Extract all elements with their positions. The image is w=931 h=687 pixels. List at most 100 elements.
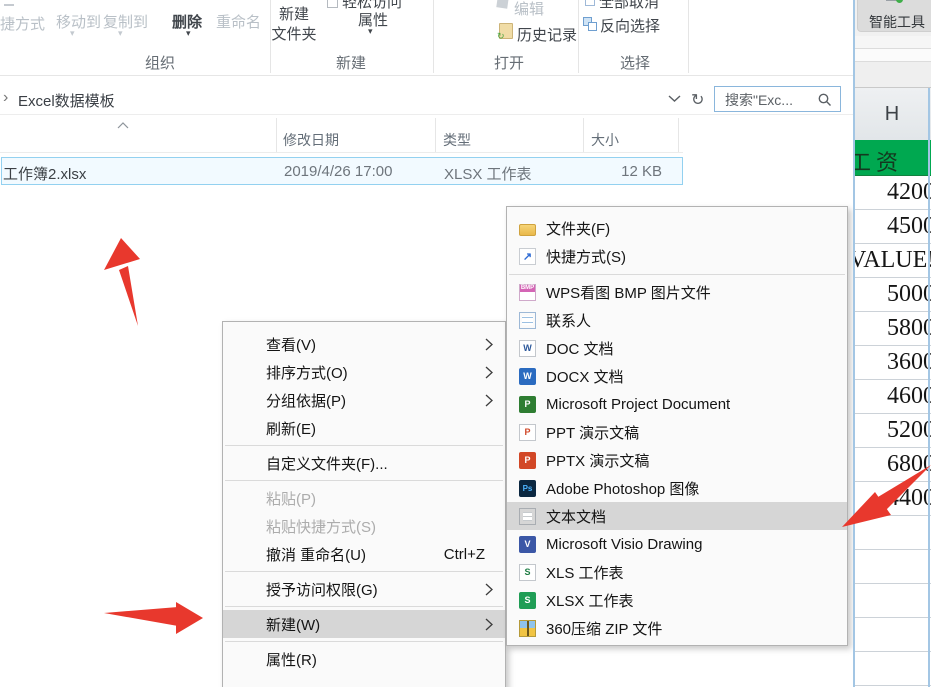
ribbon: 捷方式 移动到 ▾ 复制到 ▾ 删除 ▾ 重命名 新建 文件夹 轻松访问 属性 … bbox=[0, 0, 853, 76]
excel-cell[interactable]: 4500 bbox=[853, 210, 931, 244]
excel-column-header-H[interactable]: H bbox=[853, 88, 931, 140]
submenu-item-doc[interactable]: WDOC 文档 bbox=[507, 334, 847, 362]
menu-item-label: 属性(R) bbox=[266, 649, 317, 670]
submenu-item-project[interactable]: PMicrosoft Project Document bbox=[507, 390, 847, 418]
menu-item-view[interactable]: 查看(V) bbox=[223, 330, 505, 358]
new-folder-button[interactable]: 新建 文件夹 bbox=[268, 5, 320, 45]
copy-to-button[interactable]: 复制到 bbox=[103, 11, 148, 32]
menu-item-label: 撤消 重命名(U) bbox=[266, 544, 366, 565]
clipboard-icon bbox=[4, 0, 14, 6]
visio-icon: V bbox=[519, 536, 536, 553]
excel-cell[interactable]: VALUE! bbox=[853, 244, 931, 278]
submenu-item-folder[interactable]: 文件夹(F) bbox=[507, 214, 847, 242]
submenu-item-xls[interactable]: SXLS 工作表 bbox=[507, 558, 847, 586]
column-header-type[interactable]: 类型 bbox=[443, 130, 471, 150]
file-size: 12 KB bbox=[562, 163, 662, 180]
submenu-item-visio[interactable]: V Microsoft Visio Drawing bbox=[507, 530, 847, 558]
search-box[interactable] bbox=[714, 86, 841, 112]
excel-cell[interactable]: 5200 bbox=[853, 414, 931, 448]
submenu-item-photoshop[interactable]: PsAdobe Photoshop 图像 bbox=[507, 474, 847, 502]
menu-item-label: 自定义文件夹(F)... bbox=[266, 453, 388, 474]
submenu-item-shortcut[interactable]: ↗快捷方式(S) bbox=[507, 242, 847, 270]
refresh-icon[interactable]: ↻ bbox=[691, 90, 704, 110]
submenu-item-docx[interactable]: WDOCX 文档 bbox=[507, 362, 847, 390]
column-separator[interactable] bbox=[276, 118, 277, 152]
excel-cell[interactable]: 4600 bbox=[853, 380, 931, 414]
menu-item-properties[interactable]: 属性(R) bbox=[223, 645, 505, 673]
submenu-item-label: 文件夹(F) bbox=[546, 218, 610, 239]
column-separator[interactable] bbox=[678, 118, 679, 152]
docx-icon: W bbox=[519, 368, 536, 385]
menu-item-give-access[interactable]: 授予访问权限(G) bbox=[223, 575, 505, 603]
submenu-item-wps-bmp[interactable]: BMPWPS看图 BMP 图片文件 bbox=[507, 278, 847, 306]
chevron-down-icon: ▾ bbox=[368, 28, 373, 34]
paste-shortcut-button[interactable]: 捷方式 bbox=[0, 13, 45, 34]
submenu-item-text-document[interactable]: 文本文档 bbox=[507, 502, 847, 530]
submenu-item-zip[interactable]: 360压缩 ZIP 文件 bbox=[507, 614, 847, 642]
column-header-size[interactable]: 大小 bbox=[591, 130, 619, 150]
excel-tab-strip bbox=[853, 36, 931, 49]
excel-formula-bar[interactable] bbox=[853, 49, 931, 62]
excel-cell[interactable] bbox=[853, 618, 931, 652]
excel-cell[interactable]: 4400 bbox=[853, 482, 931, 516]
excel-cell-title[interactable]: 工资 bbox=[853, 140, 931, 176]
search-icon[interactable] bbox=[818, 93, 832, 107]
header-underline bbox=[0, 152, 683, 153]
menu-item-label: 分组依据(P) bbox=[266, 390, 346, 411]
excel-cell[interactable]: 5800 bbox=[853, 312, 931, 346]
search-input[interactable] bbox=[723, 88, 823, 112]
menu-item-group-by[interactable]: 分组依据(P) bbox=[223, 386, 505, 414]
submenu-item-label: Microsoft Visio Drawing bbox=[546, 536, 702, 553]
chevron-down-icon[interactable] bbox=[668, 95, 681, 103]
invert-selection-button[interactable]: 反向选择 bbox=[600, 15, 660, 36]
submenu-item-ppt[interactable]: PPPT 演示文稿 bbox=[507, 418, 847, 446]
file-row-workbook2[interactable]: 工作簿2.xlsx 2019/4/26 17:00 XLSX 工作表 12 KB bbox=[1, 157, 683, 185]
submenu-item-xlsx[interactable]: SXLSX 工作表 bbox=[507, 586, 847, 614]
submenu-arrow-icon bbox=[485, 366, 493, 379]
address-divider bbox=[0, 114, 853, 115]
menu-item-refresh[interactable]: 刷新(E) bbox=[223, 414, 505, 442]
column-header-date[interactable]: 修改日期 bbox=[283, 130, 339, 150]
excel-cell[interactable] bbox=[853, 516, 931, 550]
menu-item-label: 授予访问权限(G) bbox=[266, 579, 378, 600]
file-name: 工作簿2.xlsx bbox=[3, 163, 86, 184]
excel-cell[interactable] bbox=[853, 550, 931, 584]
submenu-item-label: WPS看图 BMP 图片文件 bbox=[546, 282, 711, 303]
menu-item-paste[interactable]: 粘贴(P) bbox=[223, 484, 505, 512]
breadcrumb[interactable]: Excel数据模板 bbox=[18, 90, 115, 111]
ppt-icon: P bbox=[519, 424, 536, 441]
menu-item-undo-rename[interactable]: 撤消 重命名(U)Ctrl+Z bbox=[223, 540, 505, 568]
history-button[interactable]: 历史记录 bbox=[517, 24, 577, 45]
pptx-icon: P bbox=[519, 452, 536, 469]
rename-button[interactable]: 重命名 bbox=[216, 11, 261, 32]
move-to-button[interactable]: 移动到 bbox=[56, 11, 101, 32]
ribbon-group-new: 新建 bbox=[336, 52, 366, 73]
menu-separator bbox=[225, 480, 503, 481]
new-folder-label-2: 文件夹 bbox=[271, 26, 316, 43]
edit-button[interactable]: 编辑 bbox=[514, 0, 544, 19]
excel-cell[interactable] bbox=[853, 584, 931, 618]
photoshop-icon: Ps bbox=[519, 480, 536, 497]
column-separator[interactable] bbox=[435, 118, 436, 152]
menu-item-label: 粘贴(P) bbox=[266, 488, 316, 509]
xls-icon: S bbox=[519, 564, 536, 581]
chevron-down-icon: ▾ bbox=[186, 30, 191, 36]
menu-item-new[interactable]: 新建(W) bbox=[223, 610, 505, 638]
menu-item-paste-shortcut[interactable]: 粘贴快捷方式(S) bbox=[223, 512, 505, 540]
excel-cell[interactable]: 3600 bbox=[853, 346, 931, 380]
properties-button[interactable]: 属性 bbox=[358, 9, 388, 30]
column-separator[interactable] bbox=[583, 118, 584, 152]
smart-tools-button[interactable]: 智能工具 bbox=[857, 0, 931, 32]
menu-item-customize-folder[interactable]: 自定义文件夹(F)... bbox=[223, 449, 505, 477]
select-none-button[interactable]: 全部取消 bbox=[599, 0, 659, 12]
excel-cell[interactable]: 4200 bbox=[853, 176, 931, 210]
menu-separator bbox=[225, 445, 503, 446]
excel-cell[interactable]: 5000 bbox=[853, 278, 931, 312]
excel-cell[interactable]: 6800 bbox=[853, 448, 931, 482]
menu-item-sort-by[interactable]: 排序方式(O) bbox=[223, 358, 505, 386]
submenu-item-pptx[interactable]: PPPTX 演示文稿 bbox=[507, 446, 847, 474]
submenu-item-contact[interactable]: 联系人 bbox=[507, 306, 847, 334]
excel-window-left-border bbox=[853, 0, 855, 687]
excel-cell[interactable] bbox=[853, 652, 931, 686]
submenu-item-label: 360压缩 ZIP 文件 bbox=[546, 618, 662, 639]
